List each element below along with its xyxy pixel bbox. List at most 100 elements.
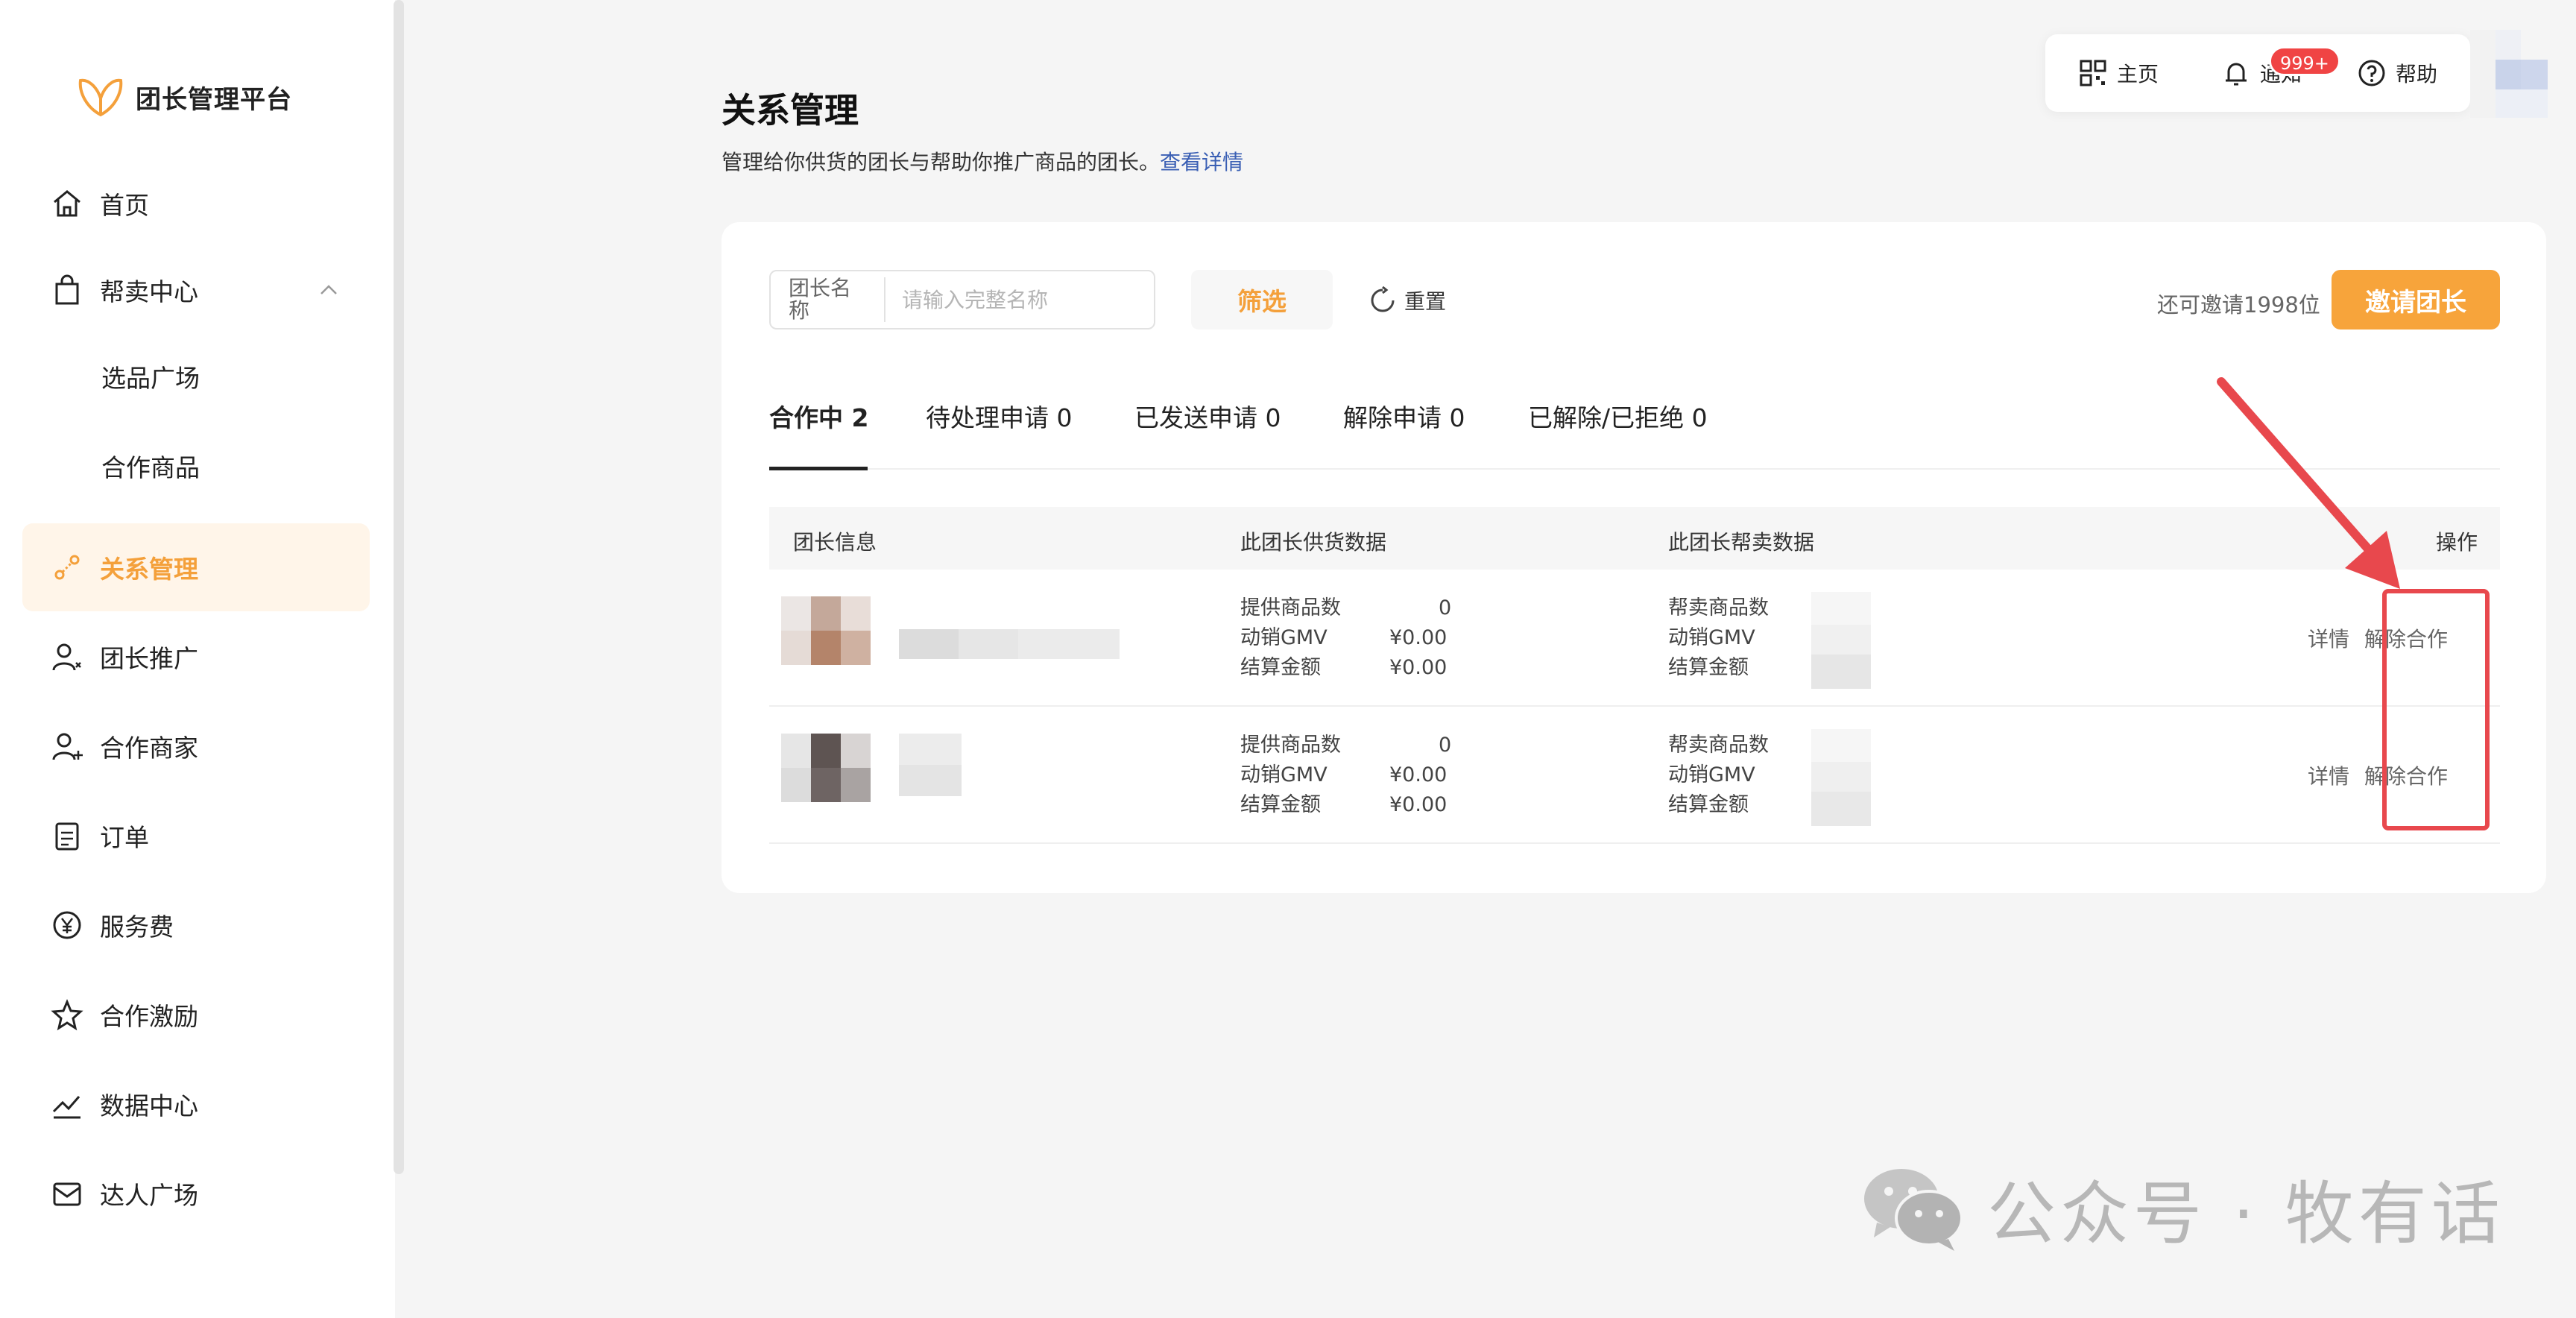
sidebar-item-label: 团长推广 <box>100 644 198 673</box>
leader-name-search[interactable]: 团长名称 <box>769 270 1155 330</box>
grid-icon <box>2080 60 2106 86</box>
filter-button[interactable]: 筛选 <box>1191 270 1333 330</box>
tab-terminated-rejected[interactable]: 已解除/已拒绝 0 <box>1528 398 1708 434</box>
avatar <box>781 596 871 665</box>
chevron-up-icon[interactable] <box>318 279 340 301</box>
header-supply-data: 此团长供货数据 <box>1240 530 1387 555</box>
sidebar-item-label: 首页 <box>100 191 149 220</box>
bell-icon <box>2226 63 2247 86</box>
table-row: 提供商品数 0 动销GMV ¥0.00 结算金额 ¥0.00 帮卖商品数 动销GMV ¥… <box>769 707 2500 844</box>
metric-value: ¥0.00 <box>1389 626 1448 649</box>
sidebar-item-label: 帮卖中心 <box>100 277 198 306</box>
sidebar-scrollbar[interactable] <box>394 0 404 1174</box>
help-sell-values-blurred <box>1811 592 1871 689</box>
sidebar: 团长管理平台 首页 帮卖中心 选品广场 合作商品 关系管理 团长推广 合作商家 … <box>0 0 395 1318</box>
notification-badge: 999+ <box>2269 46 2340 76</box>
invite-remaining-count: 还可邀请1998位 <box>2157 292 2320 318</box>
yuan-coin-icon <box>53 911 81 939</box>
relationship-icon <box>54 555 80 580</box>
refresh-icon <box>1371 286 1395 312</box>
metric-value: ¥0.00 <box>1389 793 1448 816</box>
wechat-icon <box>1864 1169 1963 1251</box>
sidebar-item-influencer-plaza[interactable]: 达人广场 <box>22 1150 370 1237</box>
tab-pending[interactable]: 待处理申请 0 <box>926 398 1073 434</box>
sidebar-item-label: 合作商品 <box>101 453 200 482</box>
metric-label: 提供商品数 <box>1240 596 1341 619</box>
brand: 团长管理平台 <box>78 75 292 119</box>
metric-label: 动销GMV <box>1668 626 1755 649</box>
help-button[interactable]: 帮助 <box>2357 58 2437 88</box>
sidebar-item-coop-merchants[interactable]: 合作商家 <box>22 702 370 790</box>
user-add-icon <box>52 733 83 760</box>
shopping-bag-icon <box>55 274 79 305</box>
metric-value: ¥0.00 <box>1389 763 1448 786</box>
tab-sent[interactable]: 已发送申请 0 <box>1134 398 1281 434</box>
metric-value: 0 <box>1439 596 1452 619</box>
metric-label: 帮卖商品数 <box>1668 734 1769 757</box>
clipboard-icon <box>55 822 79 851</box>
watermark: 公众号 · 牧有话 <box>1860 1163 2504 1254</box>
view-details-link[interactable]: 查看详情 <box>1160 150 1243 174</box>
sidebar-item-label: 关系管理 <box>100 555 198 584</box>
brand-name: 团长管理平台 <box>136 84 292 115</box>
metric-label: 结算金额 <box>1240 656 1321 679</box>
help-label: 帮助 <box>2396 62 2438 86</box>
tab-cooperating[interactable]: 合作中 2 <box>769 398 868 434</box>
sidebar-item-label: 合作商家 <box>100 734 198 763</box>
reset-button[interactable]: 重置 <box>1368 282 1446 319</box>
metric-label: 帮卖商品数 <box>1668 596 1769 619</box>
supply-metrics: 提供商品数 0 动销GMV ¥0.00 结算金额 ¥0.00 <box>1240 731 1464 820</box>
sidebar-item-label: 服务费 <box>100 912 174 942</box>
home-button[interactable]: 主页 <box>2078 58 2159 88</box>
user-promo-icon <box>52 643 81 671</box>
metric-label: 结算金额 <box>1668 793 1749 816</box>
active-tab-indicator <box>769 467 868 470</box>
detail-link[interactable]: 详情 <box>2308 623 2349 653</box>
sidebar-item-orders[interactable]: 订单 <box>22 792 370 880</box>
sidebar-item-data-center[interactable]: 数据中心 <box>22 1060 370 1148</box>
sidebar-item-label: 数据中心 <box>100 1091 198 1120</box>
sidebar-item-label: 选品广场 <box>101 364 200 393</box>
page-description: 管理给你供货的团长与帮助你推广商品的团长。查看详情 <box>722 146 1243 176</box>
sidebar-item-label: 达人广场 <box>100 1181 198 1210</box>
detail-link[interactable]: 详情 <box>2308 760 2349 790</box>
metric-value: ¥0.00 <box>1389 656 1448 679</box>
leader-name-label: 团长名称 <box>771 277 886 322</box>
sidebar-item-relationship[interactable]: 关系管理 <box>22 523 370 611</box>
sidebar-item-coop-incentive[interactable]: 合作激励 <box>22 971 370 1059</box>
sidebar-item-product-plaza[interactable]: 选品广场 <box>22 332 370 420</box>
help-icon <box>2358 60 2385 86</box>
metric-label: 动销GMV <box>1240 626 1328 649</box>
metric-label: 结算金额 <box>1668 656 1749 679</box>
leader-name-blurred <box>899 734 962 796</box>
leader-name-blurred <box>899 629 1120 659</box>
sidebar-item-label: 合作激励 <box>100 1002 198 1031</box>
supply-metrics: 提供商品数 0 动销GMV ¥0.00 结算金额 ¥0.00 <box>1240 593 1464 683</box>
page-description-text: 管理给你供货的团长与帮助你推广商品的团长。 <box>722 150 1161 174</box>
metric-value: 0 <box>1439 734 1452 757</box>
sidebar-item-coop-products[interactable]: 合作商品 <box>22 422 370 510</box>
tab-termination-requests[interactable]: 解除申请 0 <box>1343 398 1465 434</box>
star-icon <box>51 999 83 1031</box>
annotation-highlight-box <box>2382 589 2490 830</box>
sidebar-item-leader-promo[interactable]: 团长推广 <box>22 613 370 701</box>
user-avatar[interactable] <box>2470 30 2548 118</box>
sidebar-item-service-fee[interactable]: 服务费 <box>22 881 370 969</box>
header-operation: 操作 <box>2436 530 2478 555</box>
sidebar-item-home[interactable]: 首页 <box>22 160 370 247</box>
help-sell-values-blurred <box>1811 729 1871 826</box>
avatar <box>781 734 871 802</box>
page-title: 关系管理 <box>722 90 859 130</box>
topbar: 主页 通知 999+ 帮助 <box>2045 34 2470 112</box>
annotation-arrow-icon <box>2217 377 2400 589</box>
sidebar-item-label: 订单 <box>100 823 149 852</box>
leader-name-input[interactable] <box>886 287 1154 312</box>
reset-label: 重置 <box>1404 289 1447 314</box>
trend-chart-icon <box>52 1096 80 1119</box>
invite-leader-button[interactable]: 邀请团长 <box>2332 270 2500 330</box>
home-icon <box>54 190 80 217</box>
header-help-sell-data: 此团长帮卖数据 <box>1668 530 1815 555</box>
watermark-text: 公众号 · 牧有话 <box>1987 1173 2504 1254</box>
sidebar-item-help-sell-center[interactable]: 帮卖中心 <box>22 246 370 334</box>
brand-logo-icon <box>78 78 123 117</box>
